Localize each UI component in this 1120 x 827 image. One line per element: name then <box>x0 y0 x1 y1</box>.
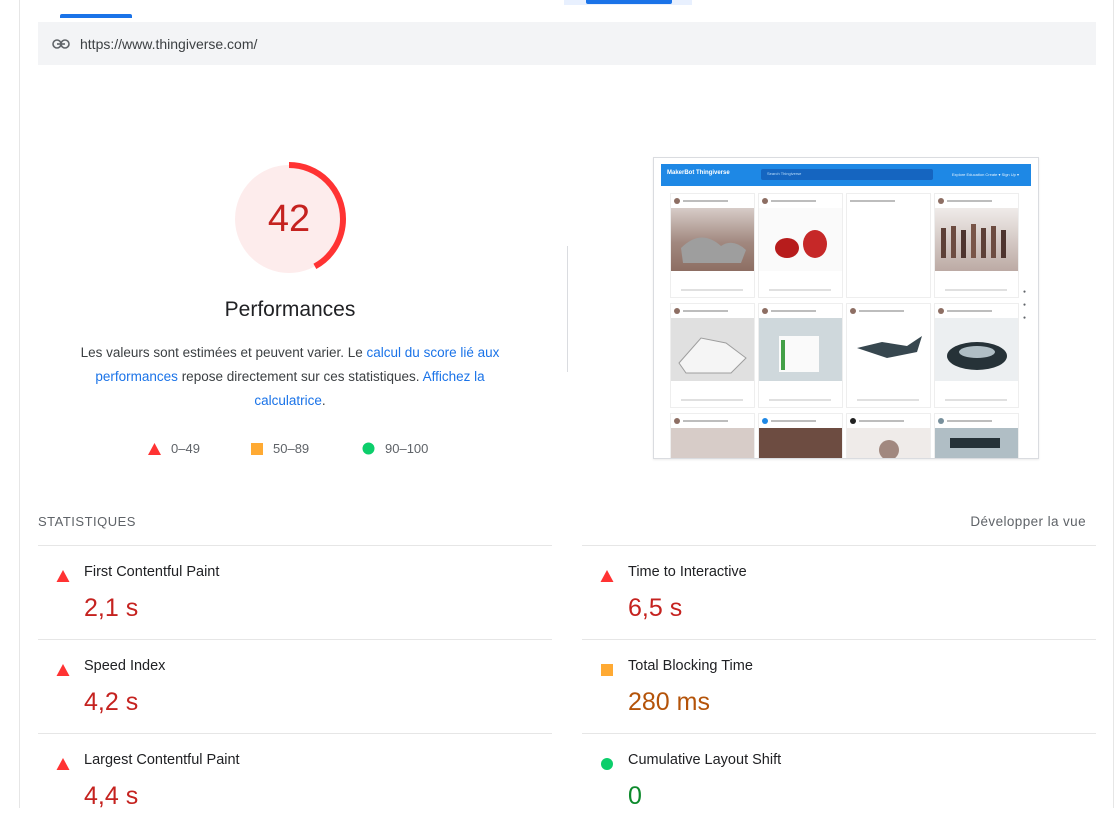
metric-si: Speed Index 4,2 s <box>38 639 552 733</box>
preview-card <box>670 193 755 298</box>
metric-cls-value: 0 <box>628 782 642 810</box>
preview-header: MakerBot Thingiverse Search Thingiverse … <box>661 164 1031 186</box>
metric-cls: Cumulative Layout Shift 0 <box>582 733 1096 827</box>
metric-cls-label: Cumulative Layout Shift <box>628 752 782 768</box>
score-title: Performances <box>224 298 356 321</box>
metrics-heading: STATISTIQUES <box>38 514 136 529</box>
metric-fcp: First Contentful Paint 2,1 s <box>38 545 552 639</box>
metric-fcp-value: 2,1 s <box>84 594 139 622</box>
metric-lcp-value: 4,4 s <box>84 782 139 810</box>
legend-fail: 0–49 <box>148 441 200 456</box>
preview-card <box>758 193 843 298</box>
metric-si-label: Speed Index <box>84 658 166 674</box>
preview-card <box>846 303 931 408</box>
legend-fail-label: 0–49 <box>171 441 200 456</box>
description-text-1: Les valeurs sont estimées et peuvent var… <box>80 345 367 360</box>
metric-tti-value: 6,5 s <box>628 594 683 622</box>
preview-share-icons: ● ● ● <box>1023 289 1027 321</box>
score-value: 42 <box>267 197 311 240</box>
description-text-2: repose directement sur ces statistiques. <box>177 369 423 384</box>
tab-indicator-left[interactable] <box>60 14 132 18</box>
triangle-icon <box>148 442 161 455</box>
fail-triangle-icon <box>56 758 70 770</box>
legend-pass-label: 90–100 <box>385 441 429 456</box>
metric-fcp-label: First Contentful Paint <box>84 564 220 580</box>
circle-icon <box>362 442 375 455</box>
metric-tti-label: Time to Interactive <box>628 564 747 580</box>
preview-card <box>934 193 1019 298</box>
url-bar: https://www.thingiverse.com/ <box>38 22 1096 65</box>
preview-card <box>846 193 931 298</box>
average-square-icon <box>601 664 613 676</box>
preview-card <box>670 413 755 458</box>
metric-lcp-label: Largest Contentful Paint <box>84 752 240 768</box>
right-border <box>1113 0 1114 808</box>
link-icon <box>52 37 72 51</box>
metric-tbt-value: 280 ms <box>628 688 710 716</box>
metric-tbt: Total Blocking Time 280 ms <box>582 639 1096 733</box>
preview-card <box>758 303 843 408</box>
preview-search-placeholder: Search Thingiverse <box>767 171 802 176</box>
metric-lcp: Largest Contentful Paint 4,4 s <box>38 733 552 827</box>
preview-nav: Explore Education Create ▾ Sign Up ▾ <box>951 172 1019 177</box>
preview-card <box>934 303 1019 408</box>
metric-si-value: 4,2 s <box>84 688 139 716</box>
preview-card <box>934 413 1019 458</box>
preview-logo: MakerBot Thingiverse <box>667 170 730 176</box>
preview-card <box>758 413 843 458</box>
fail-triangle-icon <box>600 570 614 582</box>
url-text: https://www.thingiverse.com/ <box>80 35 258 52</box>
metric-tbt-label: Total Blocking Time <box>628 658 753 674</box>
legend-average: 50–89 <box>251 441 309 456</box>
legend-pass: 90–100 <box>362 441 428 456</box>
page-screenshot[interactable]: MakerBot Thingiverse Search Thingiverse … <box>653 157 1039 459</box>
preview-card <box>846 413 931 458</box>
legend-average-label: 50–89 <box>273 441 310 456</box>
score-description: Les valeurs sont estimées et peuvent var… <box>64 341 516 413</box>
metric-tti: Time to Interactive 6,5 s <box>582 545 1096 639</box>
fail-triangle-icon <box>56 570 70 582</box>
left-border <box>19 0 20 808</box>
square-icon <box>251 442 263 455</box>
description-text-3: . <box>321 393 326 408</box>
fail-triangle-icon <box>56 664 70 676</box>
vertical-divider <box>567 246 568 372</box>
pass-circle-icon <box>601 758 613 770</box>
tab-indicator-active[interactable] <box>586 0 672 4</box>
expand-view-button[interactable]: Développer la vue <box>970 514 1086 529</box>
preview-card <box>670 303 755 408</box>
